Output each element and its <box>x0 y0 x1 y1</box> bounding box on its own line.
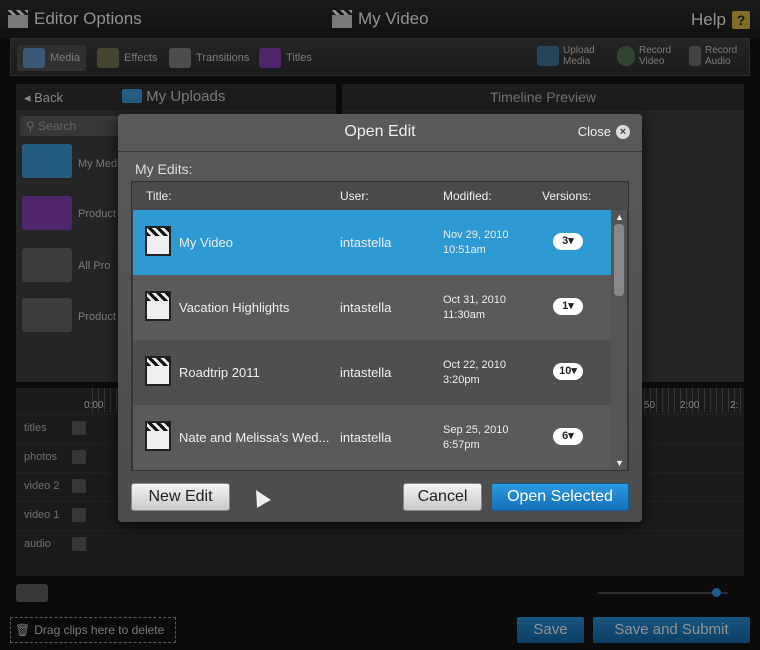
row-title: Vacation Highlights <box>179 300 290 315</box>
row-time: 10:51am <box>443 244 486 256</box>
versions-dropdown[interactable]: 3▾ <box>553 233 583 250</box>
versions-dropdown[interactable]: 1▾ <box>553 298 583 315</box>
dialog-title: Open Edit <box>344 123 416 140</box>
clapperboard-icon <box>145 226 171 256</box>
versions-dropdown[interactable]: 6▾ <box>553 428 583 445</box>
scrollbar[interactable]: ▲ ▼ <box>611 210 627 470</box>
table-row[interactable]: My Video intastella Nov 29, 2010 10:51am … <box>133 210 611 275</box>
column-header-user[interactable]: User: <box>340 189 369 203</box>
column-header-modified[interactable]: Modified: <box>443 189 492 203</box>
row-date: Sep 25, 2010 <box>443 424 509 436</box>
row-modified: Sep 25, 2010 6:57pm <box>443 423 508 453</box>
edits-table: Title: User: Modified: Versions: My Vide… <box>131 181 629 471</box>
row-modified: Oct 31, 2010 11:30am <box>443 293 506 323</box>
row-title: My Video <box>179 235 233 250</box>
row-title: Nate and Melissa's Wed... <box>179 430 330 445</box>
row-time: 3:20pm <box>443 374 480 386</box>
row-modified: Oct 22, 2010 3:20pm <box>443 358 506 388</box>
table-header: Title: User: Modified: Versions: <box>132 182 628 210</box>
dialog-header: Open Edit Close × <box>118 114 642 152</box>
row-title: Roadtrip 2011 <box>179 365 260 380</box>
table-row[interactable]: Roadtrip 2011 intastella Oct 22, 2010 3:2… <box>133 340 611 405</box>
clapperboard-icon <box>145 291 171 321</box>
column-header-title[interactable]: Title: <box>146 189 172 203</box>
table-row[interactable]: Nate and Melissa's Wed... intastella Sep… <box>133 405 611 470</box>
table-row[interactable]: Vacation Highlights intastella Oct 31, 2… <box>133 275 611 340</box>
new-edit-button[interactable]: New Edit <box>131 483 230 511</box>
row-user: intastella <box>340 300 392 315</box>
versions-dropdown[interactable]: 10▾ <box>553 363 583 380</box>
column-header-versions[interactable]: Versions: <box>542 189 591 203</box>
clapperboard-icon <box>145 356 171 386</box>
close-icon: × <box>616 124 630 139</box>
close-label: Close <box>577 124 611 139</box>
scroll-down-icon[interactable]: ▼ <box>615 458 624 468</box>
clapperboard-icon <box>145 421 171 451</box>
row-user: intastella <box>340 430 392 445</box>
section-label: My Edits: <box>135 161 193 177</box>
row-modified: Nov 29, 2010 10:51am <box>443 228 508 258</box>
row-user: intastella <box>340 235 392 250</box>
row-date: Oct 22, 2010 <box>443 359 506 371</box>
row-user: intastella <box>340 365 392 380</box>
row-time: 6:57pm <box>443 439 480 451</box>
scrollbar-thumb[interactable] <box>614 224 624 296</box>
close-button[interactable]: Close × <box>578 124 630 139</box>
open-edit-dialog: Open Edit Close × My Edits: Title: User:… <box>118 114 642 522</box>
scroll-up-icon[interactable]: ▲ <box>615 212 624 222</box>
row-date: Oct 31, 2010 <box>443 294 506 306</box>
cancel-button[interactable]: Cancel <box>403 483 482 511</box>
row-time: 11:30am <box>443 309 485 321</box>
row-date: Nov 29, 2010 <box>443 229 509 241</box>
open-selected-button[interactable]: Open Selected <box>491 483 629 511</box>
